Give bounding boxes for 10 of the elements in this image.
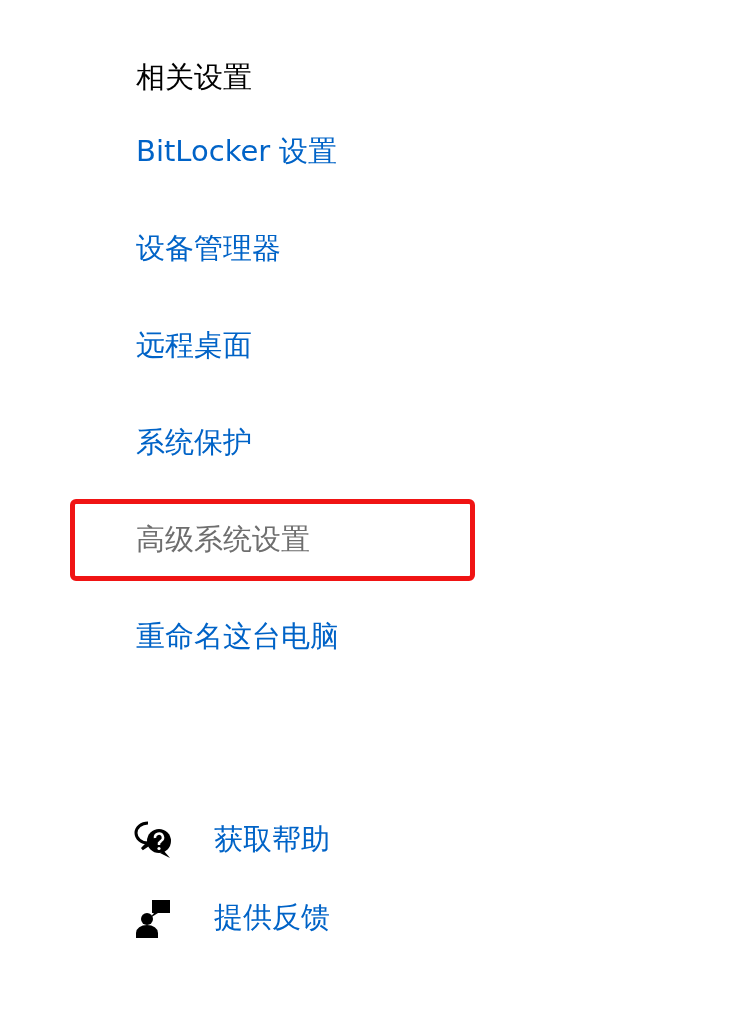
settings-link[interactable]: 设备管理器 — [136, 228, 281, 269]
settings-link[interactable]: BitLocker 设置 — [136, 131, 338, 172]
settings-link[interactable]: 远程桌面 — [136, 325, 252, 366]
help-link[interactable]: 提供反馈 — [214, 898, 330, 938]
section-heading: 相关设置 — [136, 59, 253, 96]
settings-link[interactable]: 重命名这台电脑 — [136, 616, 339, 657]
help-link[interactable]: 获取帮助 — [214, 820, 330, 860]
settings-link[interactable]: 系统保护 — [136, 422, 252, 463]
settings-link[interactable]: 高级系统设置 — [136, 520, 310, 560]
help-chat-icon — [134, 821, 174, 859]
